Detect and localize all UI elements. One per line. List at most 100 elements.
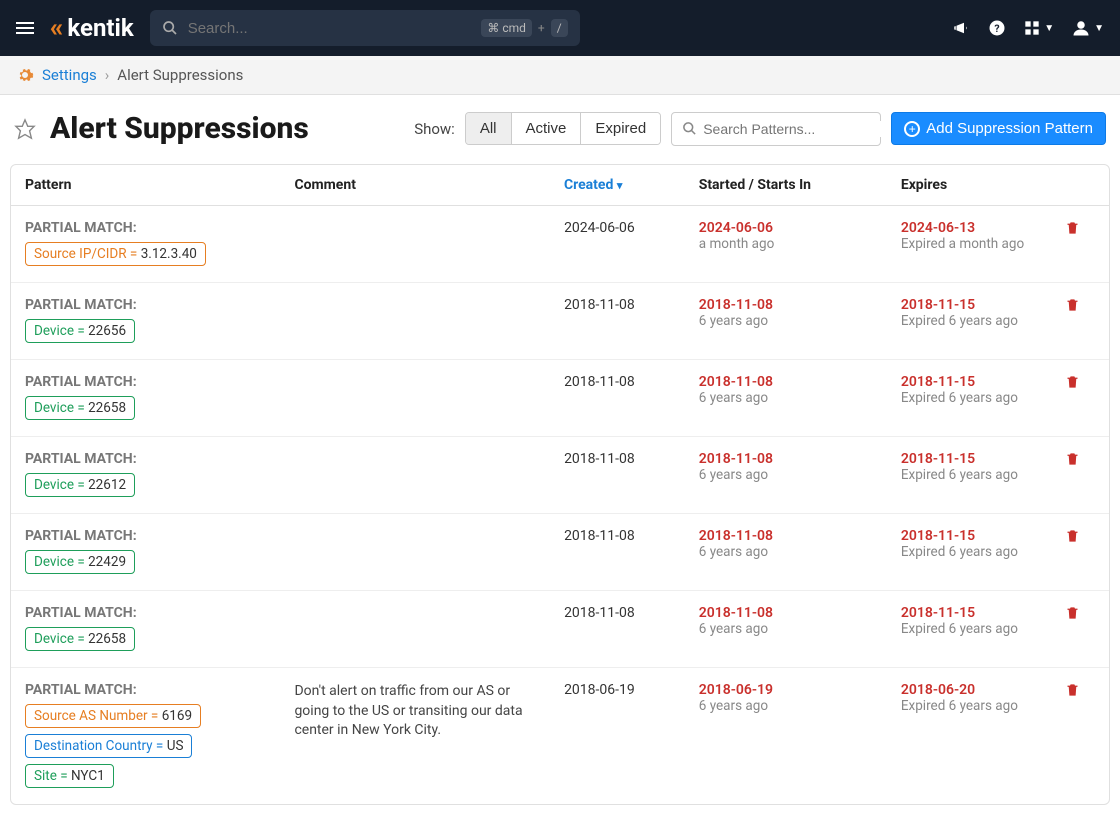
started-cell: 2018-11-086 years ago [699,528,901,560]
announcement-icon[interactable] [952,19,970,37]
col-comment[interactable]: Comment [294,177,563,193]
table-row[interactable]: PARTIAL MATCH:Device = 226582018-11-0820… [11,360,1109,437]
expires-cell: 2018-11-15Expired 6 years ago [901,451,1065,483]
page-header: Alert Suppressions Show: All Active Expi… [0,95,1120,164]
match-type-label: PARTIAL MATCH: [25,682,294,698]
started-cell: 2018-11-086 years ago [699,374,901,406]
brand-name: kentik [67,14,133,42]
match-type-label: PARTIAL MATCH: [25,220,294,236]
table-row[interactable]: PARTIAL MATCH:Device = 226562018-11-0820… [11,283,1109,360]
favorite-star-icon[interactable] [14,118,36,140]
filter-all[interactable]: All [466,113,511,144]
filter-segmented: All Active Expired [465,112,661,145]
pattern-tag: Device = 22612 [25,473,135,497]
add-suppression-button[interactable]: + Add Suppression Pattern [891,112,1106,145]
breadcrumb-current: Alert Suppressions [117,66,243,84]
table-header: Pattern Comment Created ▾ Started / Star… [11,165,1109,206]
kbd-slash: / [551,19,568,37]
col-expires[interactable]: Expires [901,177,1065,193]
pattern-tag: Source IP/CIDR = 3.12.3.40 [25,242,206,266]
delete-icon[interactable] [1065,451,1095,467]
breadcrumb-settings-link[interactable]: Settings [42,66,97,84]
table-row[interactable]: PARTIAL MATCH:Device = 226122018-11-0820… [11,437,1109,514]
created-cell: 2018-11-08 [564,297,699,313]
expires-cell: 2018-11-15Expired 6 years ago [901,374,1065,406]
created-cell: 2024-06-06 [564,220,699,236]
search-icon [162,20,178,36]
pattern-tag: Destination Country = US [25,734,192,758]
header-controls: Show: All Active Expired + Add Suppressi… [414,112,1106,146]
expires-cell: 2018-11-15Expired 6 years ago [901,297,1065,329]
kbd-plus: + [538,21,545,35]
apps-icon[interactable]: ▼ [1024,20,1054,36]
expires-cell: 2018-11-15Expired 6 years ago [901,605,1065,637]
pattern-tag: Device = 22429 [25,550,135,574]
match-type-label: PARTIAL MATCH: [25,297,294,313]
match-type-label: PARTIAL MATCH: [25,451,294,467]
started-cell: 2024-06-06a month ago [699,220,901,252]
pattern-tag: Source AS Number = 6169 [25,704,201,728]
chevron-right-icon: › [105,66,110,84]
delete-icon[interactable] [1065,605,1095,621]
created-cell: 2018-11-08 [564,605,699,621]
global-search-input[interactable] [188,20,472,37]
started-cell: 2018-11-086 years ago [699,451,901,483]
col-started[interactable]: Started / Starts In [699,177,901,193]
global-search[interactable]: ⌘ cmd + / [150,10,580,46]
pattern-tag: Device = 22658 [25,627,135,651]
search-shortcut: ⌘ cmd + / [481,19,567,37]
created-cell: 2018-11-08 [564,451,699,467]
filter-active[interactable]: Active [511,113,581,144]
page-title: Alert Suppressions [50,111,309,146]
suppressions-table: Pattern Comment Created ▾ Started / Star… [10,164,1110,805]
created-cell: 2018-11-08 [564,528,699,544]
pattern-search-input[interactable] [703,121,884,137]
started-cell: 2018-11-086 years ago [699,605,901,637]
started-cell: 2018-06-196 years ago [699,682,901,714]
logo-chevron-icon: « [50,13,57,43]
col-created-label: Created [564,177,613,193]
col-created[interactable]: Created ▾ [564,177,699,193]
delete-icon[interactable] [1065,220,1095,236]
expires-cell: 2024-06-13Expired a month ago [901,220,1065,252]
plus-circle-icon: + [904,121,920,137]
delete-icon[interactable] [1065,528,1095,544]
col-pattern[interactable]: Pattern [25,177,294,193]
pattern-tag: Site = NYC1 [25,764,114,788]
help-icon[interactable]: ? [988,19,1006,37]
delete-icon[interactable] [1065,297,1095,313]
match-type-label: PARTIAL MATCH: [25,374,294,390]
delete-icon[interactable] [1065,374,1095,390]
match-type-label: PARTIAL MATCH: [25,605,294,621]
chevron-down-icon: ▾ [617,179,623,192]
brand-logo[interactable]: « kentik [50,13,134,43]
gear-icon [16,66,34,84]
expires-cell: 2018-06-20Expired 6 years ago [901,682,1065,714]
comment-cell: Don't alert on traffic from our AS or go… [294,682,564,741]
match-type-label: PARTIAL MATCH: [25,528,294,544]
caret-down-icon: ▼ [1044,23,1054,34]
table-row[interactable]: PARTIAL MATCH: Source AS Number = 6169 Des… [11,668,1109,804]
created-cell: 2018-11-08 [564,374,699,390]
expires-cell: 2018-11-15Expired 6 years ago [901,528,1065,560]
user-menu[interactable]: ▼ [1072,19,1104,37]
delete-icon[interactable] [1065,682,1095,698]
started-cell: 2018-11-086 years ago [699,297,901,329]
add-button-label: Add Suppression Pattern [926,120,1093,137]
pattern-search[interactable] [671,112,881,146]
svg-text:?: ? [995,22,1000,35]
filter-expired[interactable]: Expired [580,113,660,144]
pattern-tag: Device = 22656 [25,319,135,343]
topnav-right: ? ▼ ▼ [952,19,1104,37]
kbd-cmd: ⌘ cmd [481,19,532,37]
top-nav: « kentik ⌘ cmd + / ? ▼ ▼ [0,0,1120,56]
created-cell: 2018-06-19 [564,682,699,698]
table-row[interactable]: PARTIAL MATCH:Device = 226582018-11-0820… [11,591,1109,668]
table-row[interactable]: PARTIAL MATCH:Device = 224292018-11-0820… [11,514,1109,591]
breadcrumb: Settings › Alert Suppressions [0,56,1120,95]
caret-down-icon: ▼ [1094,23,1104,34]
pattern-tag: Device = 22658 [25,396,135,420]
table-row[interactable]: PARTIAL MATCH: Source IP/CIDR = 3.12.3.40… [11,206,1109,283]
hamburger-menu-icon[interactable] [16,22,34,34]
search-icon [682,121,697,136]
